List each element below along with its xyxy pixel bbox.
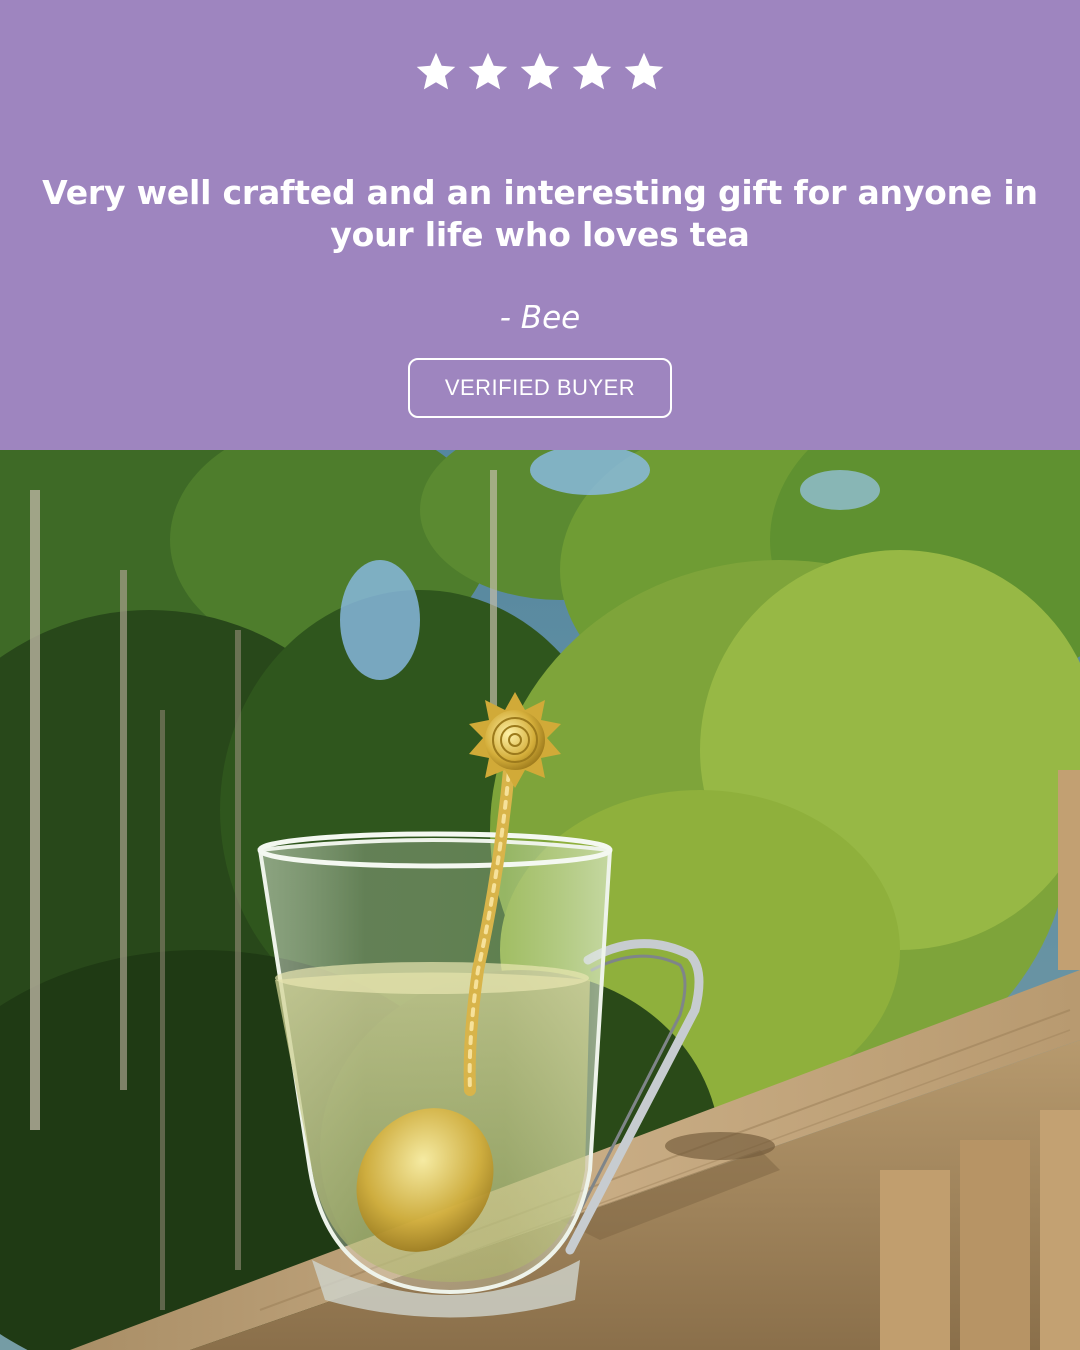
review-author: - Bee [499,300,581,336]
star-icon [624,52,664,90]
star-icon [520,52,560,90]
star-icon [572,52,612,90]
star-icon [416,52,456,90]
review-panel: Very well crafted and an interesting gif… [0,0,1080,450]
verified-buyer-badge: VERIFIED BUYER [408,358,672,418]
star-rating [0,50,1080,94]
star-icon [468,52,508,90]
review-quote: Very well crafted and an interesting gif… [42,173,1038,254]
product-photo [0,450,1080,1350]
